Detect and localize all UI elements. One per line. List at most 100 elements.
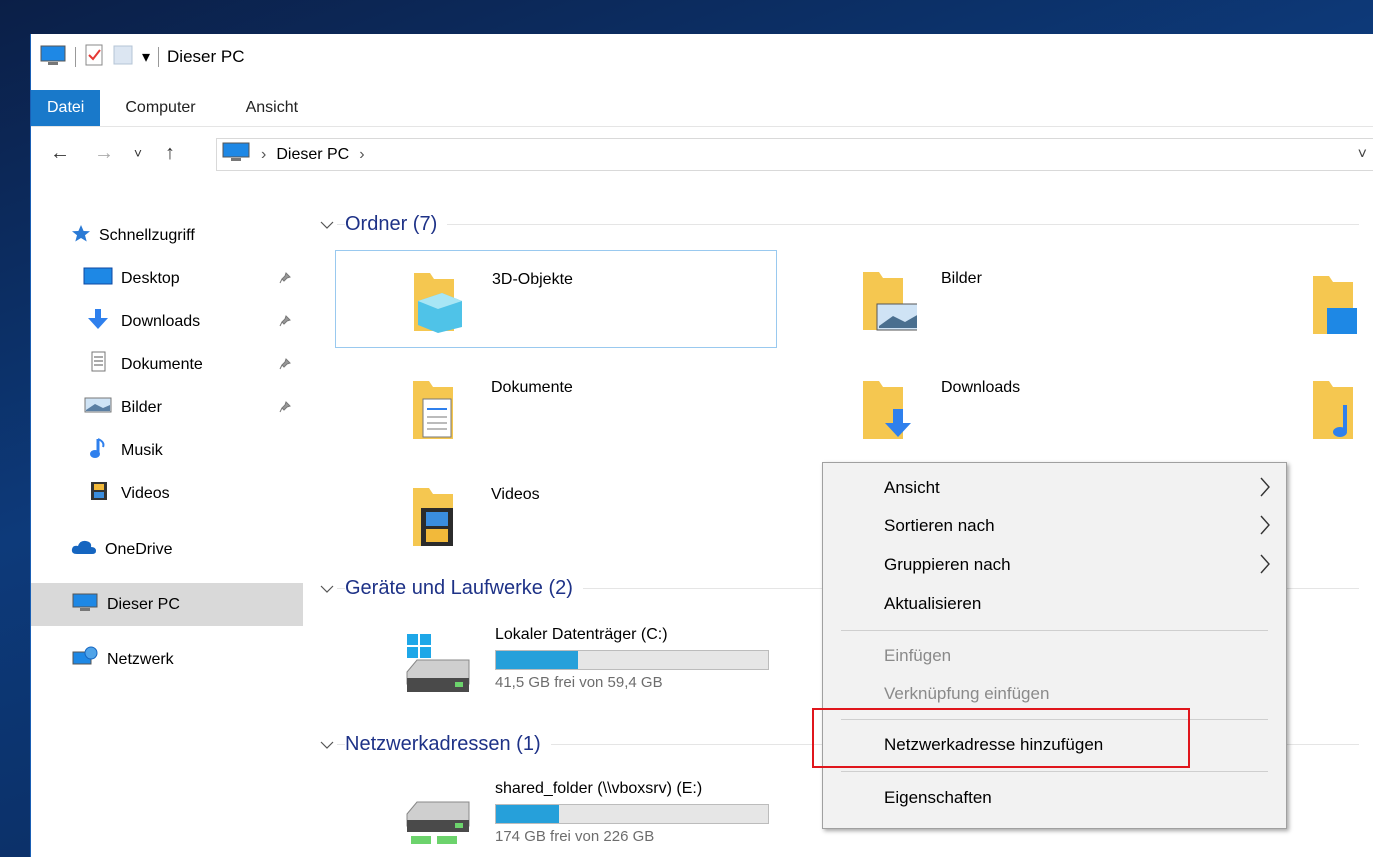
breadcrumb-separator[interactable]: › [261, 146, 266, 164]
drive-info: Lokaler Datenträger (C:) 41,5 GB frei vo… [495, 626, 769, 701]
drive-c[interactable]: Lokaler Datenträger (C:) 41,5 GB frei vo… [403, 626, 769, 701]
window-title: Dieser PC [167, 47, 245, 66]
section-title: Geräte und Laufwerke (2) [345, 576, 583, 600]
folder-pictures-icon [857, 260, 922, 337]
sidebar-item-label: Netzwerk [107, 650, 174, 668]
this-pc-icon [39, 44, 67, 71]
sidebar-item-label: Bilder [121, 398, 162, 416]
menu-item-ansicht[interactable]: Ansicht [823, 469, 1286, 507]
drive-name: Lokaler Datenträger (C:) [495, 626, 668, 643]
sidebar-item-videos[interactable]: Videos [31, 472, 303, 515]
tab-computer[interactable]: Computer [100, 90, 220, 126]
sidebar-item-this-pc[interactable]: Dieser PC [31, 583, 303, 626]
drive-usage-fill [496, 651, 578, 669]
drive-name: shared_folder (\\vboxsrv) (E:) [495, 780, 703, 797]
sidebar-item-label: Desktop [121, 269, 180, 287]
toolbar-separator [158, 47, 160, 67]
drive-usage-bar [495, 804, 769, 824]
drive-e[interactable]: shared_folder (\\vboxsrv) (E:) 174 GB fr… [403, 780, 769, 855]
sidebar-item-label: Schnellzugriff [99, 226, 195, 244]
section-header-folders[interactable]: Ordner (7) [319, 209, 1359, 239]
menu-item-label: Gruppieren nach [884, 555, 1011, 574]
menu-separator [841, 771, 1268, 772]
film-icon [83, 480, 113, 507]
navigation-bar: ← → ˅ ↑ › Dieser PC › ˅ [31, 126, 1373, 180]
sidebar-item-label: Musik [121, 441, 163, 459]
new-folder-icon[interactable] [112, 44, 134, 71]
forward-button[interactable]: → [89, 138, 119, 168]
breadcrumb-separator[interactable]: › [359, 146, 364, 164]
sidebar-item-desktop[interactable]: Desktop [31, 257, 303, 300]
breadcrumb[interactable]: Dieser PC [276, 146, 349, 164]
pin-icon[interactable] [279, 314, 291, 332]
folder-3d-icon [408, 261, 468, 338]
folder-documents-icon [407, 369, 467, 446]
this-pc-icon [221, 141, 251, 168]
menu-item-eigenschaften[interactable]: Eigenschaften [823, 779, 1286, 817]
menu-item-label: Sortieren nach [884, 516, 995, 535]
network-icon [71, 646, 99, 673]
sidebar-item-bilder[interactable]: Bilder [31, 386, 303, 429]
section-title: Netzwerkadressen (1) [345, 732, 551, 756]
folder-name: Bilder [941, 270, 982, 287]
download-arrow-icon [83, 308, 113, 335]
menu-item-label: Eigenschaften [884, 788, 992, 807]
folder-downloads-icon [857, 369, 917, 446]
desktop-icon [83, 266, 113, 291]
drive-info: shared_folder (\\vboxsrv) (E:) 174 GB fr… [495, 780, 769, 855]
menu-item-aktualisieren[interactable]: Aktualisieren [823, 585, 1286, 623]
this-pc-icon [71, 592, 99, 617]
menu-item-label: Aktualisieren [884, 594, 982, 613]
folder-music-partial-icon [1307, 369, 1357, 446]
section-title: Ordner (7) [345, 212, 448, 236]
menu-item-label: Ansicht [884, 478, 940, 497]
context-menu: Ansicht Sortieren nach Gruppieren nach A… [822, 462, 1287, 829]
sidebar-item-musik[interactable]: Musik [31, 429, 303, 472]
drive-free-space: 41,5 GB frei von 59,4 GB [495, 674, 663, 691]
chevron-down-icon [319, 732, 337, 756]
chevron-down-icon [319, 576, 337, 600]
recent-locations-button[interactable]: ˅ [123, 138, 153, 168]
drive-usage-bar [495, 650, 769, 670]
up-button[interactable]: ↑ [155, 138, 185, 168]
pin-icon[interactable] [279, 400, 291, 418]
menu-item-label: Verknüpfung einfügen [884, 684, 1050, 703]
tab-ansicht[interactable]: Ansicht [221, 90, 323, 126]
sidebar-item-dokumente[interactable]: Dokumente [31, 343, 303, 386]
address-bar[interactable]: › Dieser PC › ˅ [216, 138, 1373, 171]
address-dropdown-icon[interactable]: ˅ [1358, 146, 1367, 164]
pin-icon[interactable] [279, 357, 291, 375]
drive-usage-fill [496, 805, 559, 823]
folder-bilder[interactable]: Bilder [785, 250, 1225, 346]
music-note-icon [83, 437, 113, 464]
network-drive-icon [403, 780, 475, 855]
menu-separator [841, 630, 1268, 631]
ribbon-tabs: Datei Computer Ansicht [31, 90, 1373, 127]
properties-icon[interactable] [84, 44, 104, 71]
sidebar-item-onedrive[interactable]: OneDrive [31, 528, 303, 571]
menu-item-label: Einfügen [884, 646, 952, 665]
menu-item-einfuegen[interactable]: Einfügen [823, 637, 1286, 675]
sidebar-item-label: Downloads [121, 312, 201, 330]
menu-item-gruppieren-nach[interactable]: Gruppieren nach [823, 546, 1286, 584]
folder-name: 3D-Objekte [492, 271, 573, 288]
drive-free-space: 174 GB frei von 226 GB [495, 828, 655, 845]
tab-datei[interactable]: Datei [31, 90, 101, 126]
folder-dokumente[interactable]: Dokumente [335, 359, 775, 455]
toolbar-separator [75, 47, 76, 67]
pin-icon[interactable] [279, 271, 291, 289]
navigation-pane: Schnellzugriff Desktop Downloads Dokumen… [31, 214, 303, 681]
star-icon [71, 224, 91, 247]
sidebar-item-netzwerk[interactable]: Netzwerk [31, 638, 303, 681]
qat-dropdown-icon[interactable]: ▾ [142, 47, 150, 67]
folder-downloads[interactable]: Downloads [785, 359, 1225, 455]
folder-name: Videos [491, 486, 540, 503]
document-icon [83, 351, 113, 378]
sidebar-item-schnellzugriff[interactable]: Schnellzugriff [31, 214, 303, 257]
folder-name: Downloads [941, 379, 1021, 396]
sidebar-item-downloads[interactable]: Downloads [31, 300, 303, 343]
folder-3d-objekte[interactable]: 3D-Objekte [335, 250, 777, 348]
menu-item-sortieren-nach[interactable]: Sortieren nach [823, 507, 1286, 545]
back-button[interactable]: ← [45, 138, 75, 168]
folder-videos[interactable]: Videos [335, 466, 775, 562]
